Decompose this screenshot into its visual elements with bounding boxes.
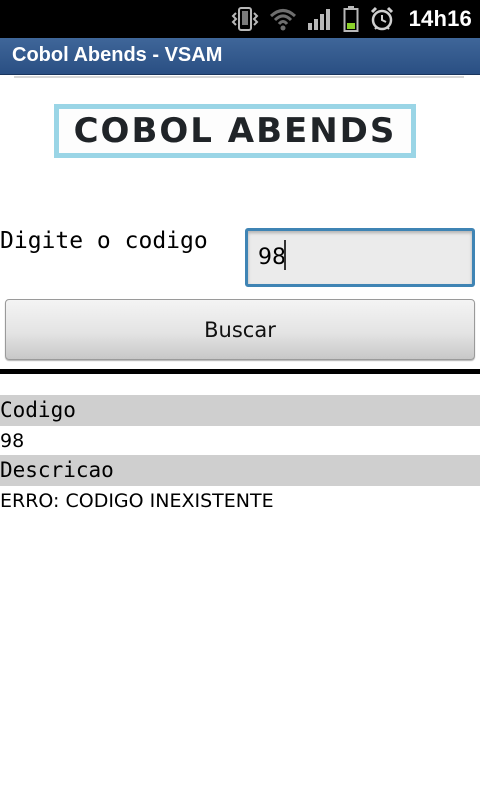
logo-banner: COBOL ABENDS xyxy=(14,76,466,170)
code-input[interactable] xyxy=(245,228,475,287)
description-result-value: ERRO: CODIGO INEXISTENTE xyxy=(0,490,274,512)
description-header: Descricao xyxy=(0,455,480,486)
logo-text: COBOL ABENDS xyxy=(73,111,397,151)
text-cursor xyxy=(284,240,286,270)
logo-divider xyxy=(14,76,464,78)
code-label: Digite o codigo xyxy=(0,228,208,254)
results-divider xyxy=(0,369,480,374)
code-header: Codigo xyxy=(0,395,480,426)
alarm-icon xyxy=(369,6,395,32)
status-icons: 14h16 xyxy=(231,0,480,38)
code-result-value: 98 xyxy=(0,430,25,452)
vibrate-icon xyxy=(231,6,259,32)
signal-icon xyxy=(307,7,333,31)
app-title: Cobol Abends - VSAM xyxy=(12,44,223,66)
logo: COBOL ABENDS xyxy=(54,104,416,158)
battery-icon xyxy=(343,5,359,33)
wifi-icon xyxy=(269,7,297,31)
title-bar: Cobol Abends - VSAM xyxy=(0,38,480,75)
status-bar: 14h16 xyxy=(0,0,480,38)
search-button[interactable]: Buscar xyxy=(5,299,475,360)
status-clock: 14h16 xyxy=(408,6,472,31)
